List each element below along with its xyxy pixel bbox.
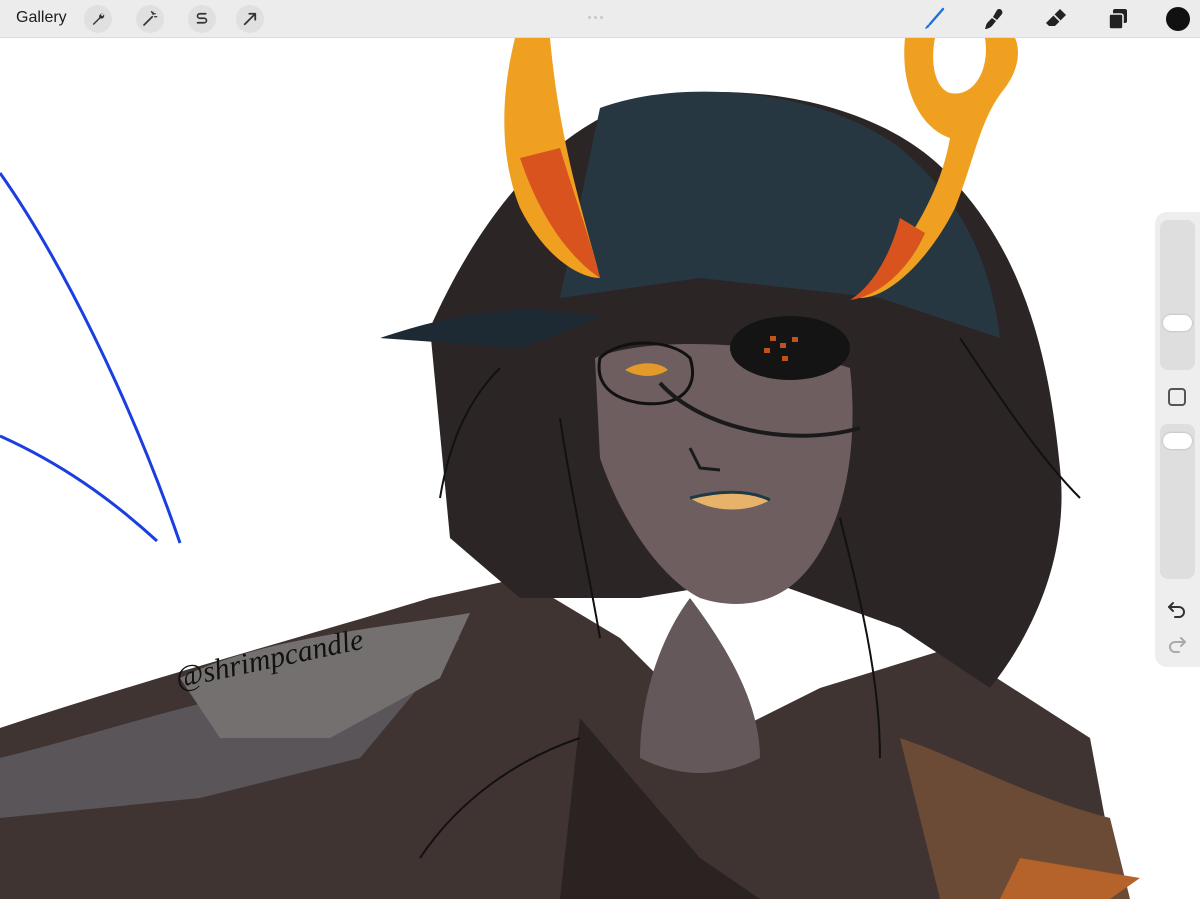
neck-shape: [640, 598, 760, 773]
eraser-icon[interactable]: [1042, 5, 1070, 33]
redo-icon[interactable]: [1166, 632, 1188, 654]
modify-square-icon[interactable]: [1168, 388, 1186, 406]
actions-wrench-icon[interactable]: [84, 5, 112, 33]
brush-size-slider[interactable]: [1160, 220, 1195, 370]
drawing-canvas[interactable]: @shrimpcandle: [0, 38, 1200, 899]
blue-stroke-2: [0, 434, 159, 543]
adjustments-magic-wand-icon[interactable]: [136, 5, 164, 33]
opacity-thumb[interactable]: [1163, 433, 1192, 449]
gallery-button[interactable]: Gallery: [16, 9, 67, 27]
layers-icon[interactable]: [1104, 5, 1132, 33]
selection-icon[interactable]: [188, 5, 216, 33]
artwork: @shrimpcandle: [0, 38, 1140, 899]
toolbar-grabber[interactable]: [588, 6, 612, 19]
brush-size-thumb[interactable]: [1163, 315, 1192, 331]
brush-sidebar: [1155, 212, 1200, 667]
transform-arrow-icon[interactable]: [236, 5, 264, 33]
opacity-slider[interactable]: [1160, 424, 1195, 579]
undo-icon[interactable]: [1166, 597, 1188, 619]
eye-patch: [730, 316, 850, 380]
top-toolbar: Gallery: [0, 0, 1200, 38]
smudge-finger-icon[interactable]: [980, 5, 1008, 33]
brush-icon[interactable]: [920, 5, 948, 33]
color-picker-swatch[interactable]: [1166, 7, 1190, 31]
